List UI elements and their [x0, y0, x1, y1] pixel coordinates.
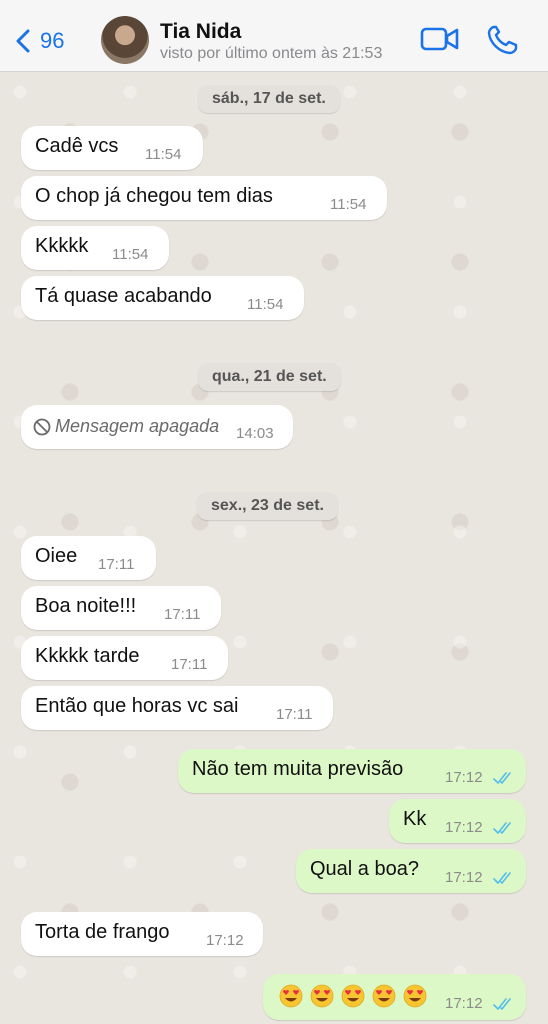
- message-time: 11:54: [330, 196, 367, 213]
- message-text: Kkkkk: [35, 235, 89, 257]
- message-bubble-incoming[interactable]: Kkkkk 11:54: [21, 226, 169, 270]
- message-text: Mensagem apagada: [55, 416, 220, 436]
- message-bubble-outgoing[interactable]: Não tem muita previsão 17:12: [178, 749, 526, 793]
- heart-eyes-emoji: [310, 984, 334, 1008]
- message-time: 17:11: [171, 656, 208, 673]
- message-time: 17:12: [445, 769, 483, 786]
- message-bubble-incoming[interactable]: Tá quase acabando 11:54: [21, 276, 304, 320]
- message-text: Boa noite!!!: [35, 595, 137, 617]
- message-bubble-incoming[interactable]: Torta de frango 17:12: [21, 912, 263, 956]
- message-text: Kk: [403, 808, 427, 830]
- message-bubble-incoming[interactable]: Então que horas vc sai 17:11: [21, 686, 333, 730]
- message-bubble-outgoing[interactable]: Qual a boa? 17:12: [296, 849, 526, 893]
- date-separator: sex., 23 de set.: [197, 492, 338, 520]
- contact-name[interactable]: Tia Nida: [160, 20, 241, 44]
- message-time: 14:03: [236, 425, 274, 442]
- phone-icon[interactable]: [486, 24, 520, 56]
- message-text: Qual a boa?: [310, 858, 419, 880]
- double-check-icon: [493, 998, 511, 1010]
- message-text: Não tem muita previsão: [192, 758, 404, 780]
- date-separator: sáb., 17 de set.: [198, 85, 340, 113]
- message-time: 11:54: [112, 246, 149, 263]
- message-text: Torta de frango: [35, 921, 170, 943]
- message-time: 11:54: [145, 146, 182, 163]
- message-time: 17:11: [98, 556, 135, 573]
- heart-eyes-emoji: [279, 984, 303, 1008]
- message-time: 17:12: [445, 869, 483, 886]
- message-time: 17:12: [445, 819, 483, 836]
- message-time: 17:11: [276, 706, 313, 723]
- message-text: Tá quase acabando: [35, 285, 212, 307]
- message-text: Oiee: [35, 545, 78, 567]
- emoji-row: [279, 984, 434, 1008]
- unread-count: 96: [40, 28, 65, 53]
- message-bubble-incoming[interactable]: O chop já chegou tem dias 11:54: [21, 176, 387, 220]
- message-time: 17:12: [445, 995, 483, 1012]
- double-check-icon: [493, 872, 511, 884]
- message-bubble-incoming[interactable]: Oiee 17:11: [21, 536, 156, 580]
- double-check-icon: [493, 772, 511, 784]
- message-bubble-deleted[interactable]: Mensagem apagada 14:03: [21, 405, 293, 449]
- chevron-left-icon: [16, 29, 30, 53]
- last-seen-status: visto por último ontem às 21:53: [160, 45, 383, 62]
- message-bubble-incoming[interactable]: Kkkkk tarde 17:11: [21, 636, 228, 680]
- heart-eyes-emoji: [372, 984, 396, 1008]
- avatar[interactable]: [101, 16, 149, 64]
- double-check-icon: [493, 822, 511, 834]
- message-bubble-outgoing[interactable]: 17:12: [263, 974, 526, 1020]
- message-list[interactable]: sáb., 17 de set. Cadê vcs 11:54 O chop j…: [0, 72, 548, 1024]
- prohibited-icon: [33, 418, 51, 436]
- message-text: Cadê vcs: [35, 135, 119, 157]
- back-button[interactable]: 96: [14, 26, 64, 56]
- message-time: 17:11: [164, 606, 201, 623]
- date-separator: qua., 21 de set.: [198, 363, 341, 391]
- message-time: 17:12: [206, 932, 244, 949]
- message-bubble-outgoing[interactable]: Kk 17:12: [389, 799, 526, 843]
- heart-eyes-emoji: [403, 984, 427, 1008]
- chat-header: 96 Tia Nida visto por último ontem às 21…: [0, 0, 548, 72]
- message-text: Então que horas vc sai: [35, 695, 239, 717]
- message-bubble-incoming[interactable]: Cadê vcs 11:54: [21, 126, 203, 170]
- heart-eyes-emoji: [341, 984, 365, 1008]
- video-camera-icon[interactable]: [420, 24, 460, 54]
- message-text: O chop já chegou tem dias: [35, 185, 273, 207]
- message-time: 11:54: [247, 296, 284, 313]
- message-text: Kkkkk tarde: [35, 645, 140, 667]
- message-bubble-incoming[interactable]: Boa noite!!! 17:11: [21, 586, 221, 630]
